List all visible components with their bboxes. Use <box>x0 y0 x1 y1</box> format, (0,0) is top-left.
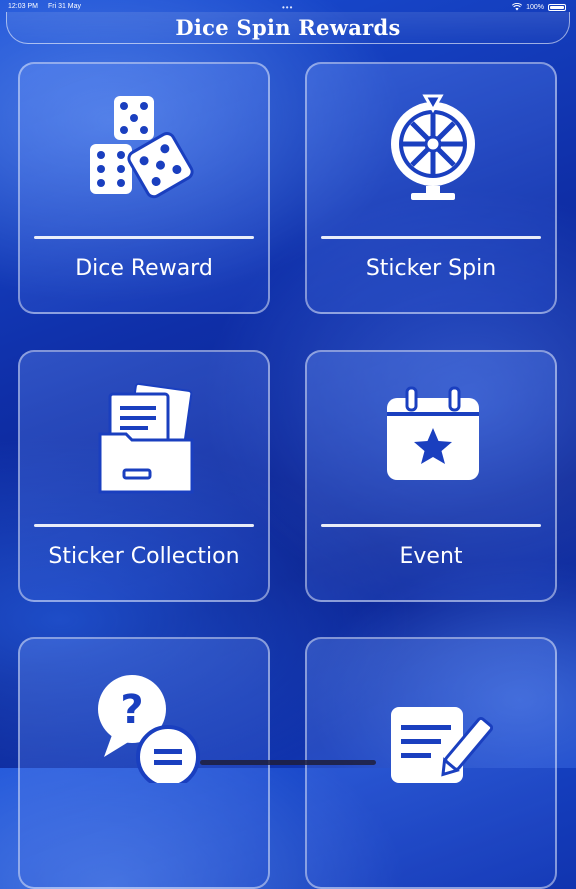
calendar-star-icon <box>387 386 479 480</box>
wifi-icon <box>512 3 523 11</box>
status-time: 12:03 PM <box>8 3 38 10</box>
card-divider <box>321 524 541 527</box>
sticker-collection-card[interactable]: Sticker Collection <box>18 350 270 602</box>
home-indicator[interactable] <box>200 760 376 765</box>
card-divider <box>321 236 541 239</box>
dice-icon <box>90 96 194 199</box>
sticker-spin-card[interactable]: Sticker Spin <box>305 62 557 314</box>
status-date: Fri 31 May <box>47 3 82 10</box>
dice-reward-card[interactable]: Dice Reward <box>18 62 270 314</box>
svg-text:?: ? <box>120 687 143 733</box>
faq-chat-icon: ? <box>98 675 200 783</box>
card-divider <box>34 236 254 239</box>
sticker-collection-label: Sticker Collection <box>48 544 240 569</box>
multitasking-dots[interactable]: ••• <box>282 3 293 12</box>
prize-wheel-icon <box>391 94 475 200</box>
app-header: Dice Spin Rewards <box>6 12 570 44</box>
folder-documents-icon <box>98 382 194 494</box>
notes-edit-icon <box>391 707 493 783</box>
page-title: Dice Spin Rewards <box>175 15 401 40</box>
dice-reward-label: Dice Reward <box>75 256 213 281</box>
event-label: Event <box>399 544 463 569</box>
battery-icon <box>548 3 566 11</box>
event-card[interactable]: Event <box>305 350 557 602</box>
battery-percent: 100% <box>526 3 544 11</box>
sticker-spin-label: Sticker Spin <box>365 256 497 281</box>
card-divider <box>34 524 254 527</box>
